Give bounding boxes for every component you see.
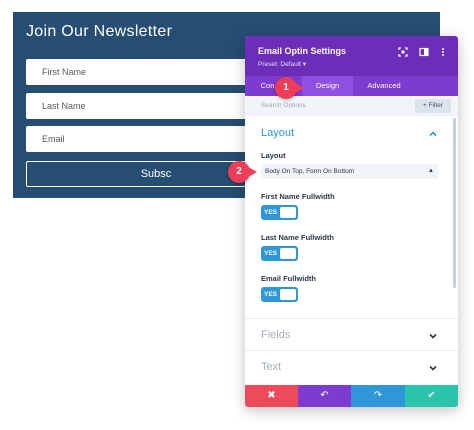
email-fullwidth-toggle[interactable]: YES [261,287,298,302]
scrollbar[interactable] [453,118,456,288]
tab-design[interactable]: Design [302,76,353,96]
newsletter-title: Join Our Newsletter [26,23,173,40]
cancel-button[interactable]: ✖ [245,385,298,407]
callout-badge-1: 1 [275,77,297,99]
filter-button[interactable]: + Filter [415,99,451,113]
toggle-value: YES [264,209,278,216]
toggle-knob [280,289,296,300]
panel-title: Email Optin Settings [258,46,347,56]
preset-selector[interactable]: Preset: Default ▾ [258,60,306,68]
text-section-title[interactable]: Text [261,361,281,373]
toggle-value: YES [264,250,278,257]
search-input[interactable]: Search Options [261,102,306,109]
search-row: Search Options + Filter [245,96,458,116]
save-button[interactable]: ✔ [405,385,458,407]
divider [245,350,458,351]
toggle-knob [280,248,296,259]
layout-label: Layout [261,151,286,160]
email-fullwidth-label: Email Fullwidth [261,274,317,283]
first-name-fullwidth-toggle[interactable]: YES [261,205,298,220]
last-name-fullwidth-label: Last Name Fullwidth [261,233,334,242]
toggle-knob [280,207,296,218]
chevron-down-icon[interactable] [428,363,438,373]
fullscreen-icon[interactable] [398,47,408,57]
select-caret-icon: ▲ [428,168,434,174]
fields-section-title[interactable]: Fields [261,329,290,341]
layout-select-value: Body On Top, Form On Bottom [265,168,355,175]
callout-badge-2: 2 [228,161,250,183]
tab-advanced[interactable]: Advanced [355,76,413,96]
chevron-up-icon[interactable] [428,129,438,139]
first-name-fullwidth-label: First Name Fullwidth [261,192,335,201]
toggle-value: YES [264,291,278,298]
split-view-icon[interactable] [419,47,429,57]
layout-section-title[interactable]: Layout [261,127,294,139]
undo-button[interactable]: ↶ [298,385,351,407]
more-icon[interactable] [438,47,448,57]
panel-header: Email Optin Settings Preset: Default ▾ [245,36,458,76]
redo-button[interactable]: ↷ [351,385,405,407]
last-name-fullwidth-toggle[interactable]: YES [261,246,298,261]
divider [245,318,458,319]
callout-pointer [248,167,257,177]
layout-select[interactable]: Body On Top, Form On Bottom ▲ [261,164,438,179]
callout-pointer [295,83,304,93]
chevron-down-icon[interactable] [428,331,438,341]
